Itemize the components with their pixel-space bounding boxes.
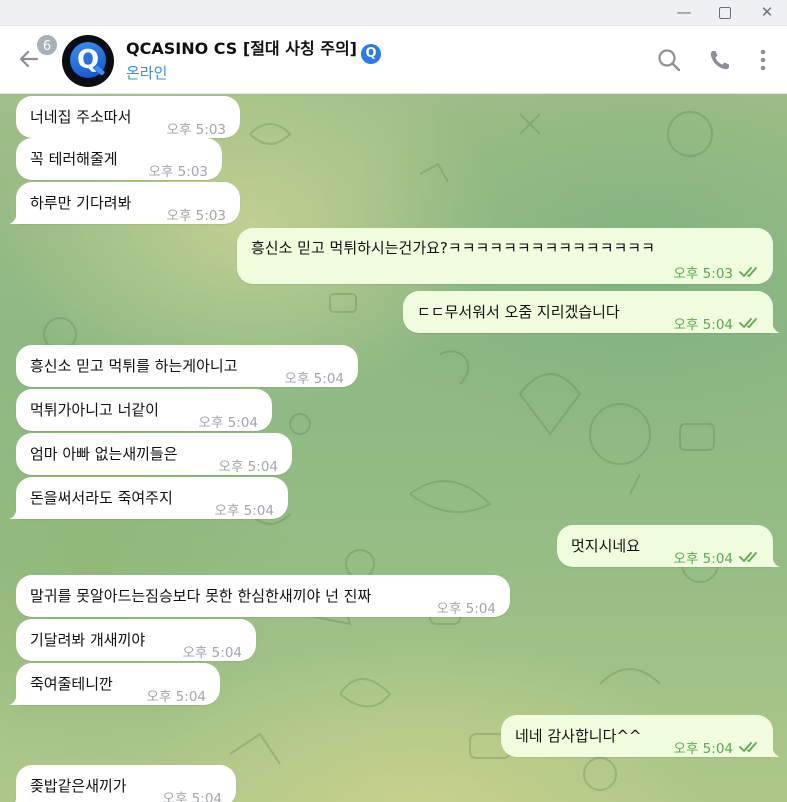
message-text: 흥신소 믿고 먹튀하시는건가요?ㅋㅋㅋㅋㅋㅋㅋㅋㅋㅋㅋㅋㅋㅋㅋ: [251, 239, 655, 257]
minimize-icon: —: [676, 3, 692, 21]
chat-title[interactable]: QCASINO CS [절대 사칭 주의] Q: [126, 35, 381, 64]
search-icon[interactable]: [654, 45, 684, 75]
message-text: 하루만 기다려봐: [30, 194, 132, 212]
message-time: 오후 5:04: [214, 503, 274, 519]
message-time: 오후 5:03: [166, 122, 226, 138]
read-receipt-icon: [739, 318, 757, 328]
message-time: 오후 5:03: [673, 266, 733, 282]
chat-messages-area[interactable]: 너네집 주소따서 오후 5:03 꼭 테러해줄게 오후 5:03 하루만 기다려봐 오후 …: [0, 94, 787, 802]
bubble-tail: [768, 321, 780, 333]
outgoing-message[interactable]: 흥신소 믿고 먹튀하시는건가요?ㅋㅋㅋㅋㅋㅋㅋㅋㅋㅋㅋㅋㅋㅋㅋ 오후 5:03: [237, 228, 773, 284]
message-text: 말귀를 못알아드는짐승보다 못한 한심한새끼야 넌 진짜: [30, 587, 372, 605]
more-vertical-icon[interactable]: [750, 45, 780, 75]
incoming-message[interactable]: 말귀를 못알아드는짐승보다 못한 한심한새끼야 넌 진짜오후 5:04: [16, 575, 510, 617]
incoming-message[interactable]: 기달려봐 개새끼야오후 5:04: [16, 619, 256, 661]
message-time: 오후 5:04: [198, 415, 258, 431]
outgoing-message[interactable]: 멋지시네요오후 5:04: [557, 525, 780, 567]
verified-badge-icon: Q: [360, 44, 381, 64]
incoming-message[interactable]: 죽여줄테니깐오후 5:04: [9, 663, 220, 705]
message-text: 꼭 테러해줄게: [30, 150, 118, 168]
incoming-message[interactable]: 먹튀가아니고 너같이오후 5:04: [16, 389, 272, 431]
bubble-tail: [768, 555, 780, 567]
incoming-message[interactable]: 엄마 아빠 없는새끼들은오후 5:04: [16, 433, 292, 475]
outgoing-message[interactable]: ㄷㄷ무서워서 오줌 지리겠습니다오후 5:04: [403, 291, 780, 333]
incoming-message[interactable]: 하루만 기다려봐오후 5:03: [9, 182, 240, 224]
read-receipt-icon: [739, 267, 757, 277]
bubble-tail: [9, 212, 21, 224]
outgoing-message[interactable]: 네네 감사합니다^^ 오후 5:04: [501, 715, 780, 757]
message-time: 오후 5:04: [218, 459, 278, 475]
message-text: 돈을써서라도 죽여주지: [30, 489, 173, 507]
message-text: ㄷㄷ무서워서 오줌 지리겠습니다: [417, 303, 620, 321]
close-icon: ✕: [760, 3, 774, 21]
close-button[interactable]: ✕: [747, 0, 787, 26]
incoming-message[interactable]: 좆밥같은새끼가오후 5:04: [15, 765, 236, 802]
message-time: 오후 5:04: [182, 645, 242, 661]
phone-icon[interactable]: [705, 45, 735, 75]
avatar-logo: Q: [70, 42, 106, 78]
message-text: 죽여줄테니깐: [30, 675, 113, 693]
bubble-tail: [9, 693, 21, 705]
message-text: 기달려봐 개새끼야: [30, 631, 146, 649]
bubble-tail: [15, 795, 21, 802]
read-receipt-icon: [739, 552, 757, 562]
message-time: 오후 5:04: [284, 371, 344, 387]
message-time: 오후 5:04: [673, 317, 733, 333]
maximize-button[interactable]: [705, 0, 745, 26]
unread-count-badge: 6: [35, 33, 59, 57]
message-text: 엄마 아빠 없는새끼들은: [30, 445, 178, 463]
message-time: 오후 5:04: [436, 601, 496, 617]
message-text: 멋지시네요: [571, 537, 641, 555]
incoming-message[interactable]: 돈을써서라도 죽여주지오후 5:04: [9, 477, 288, 519]
message-time: 오후 5:03: [148, 164, 208, 180]
window-title-bar: — ✕: [0, 0, 787, 26]
message-text: 네네 감사합니다^^: [515, 727, 642, 745]
message-text: 먹튀가아니고 너같이: [30, 401, 159, 419]
message-text: 너네집 주소따서: [30, 108, 132, 126]
maximize-icon: [719, 6, 731, 19]
minimize-button[interactable]: —: [664, 0, 704, 26]
message-time: 오후 5:04: [673, 741, 733, 757]
avatar[interactable]: Q: [62, 35, 114, 87]
bubble-tail: [9, 507, 21, 519]
incoming-message[interactable]: 흥신소 믿고 먹튀를 하는게아니고오후 5:04: [16, 345, 358, 387]
message-time: 오후 5:04: [162, 791, 222, 802]
message-text: 좆밥같은새끼가: [30, 777, 127, 795]
message-time: 오후 5:03: [166, 208, 226, 224]
message-time: 오후 5:04: [146, 689, 206, 705]
bubble-tail: [768, 745, 780, 757]
online-status: 온라인: [126, 64, 168, 82]
incoming-message[interactable]: 꼭 테러해줄게오후 5:03: [16, 138, 222, 180]
read-receipt-icon: [739, 742, 757, 752]
chat-title-text: QCASINO CS [절대 사칭 주의]: [126, 39, 357, 58]
message-time: 오후 5:04: [673, 551, 733, 567]
incoming-message[interactable]: 너네집 주소따서오후 5:03: [16, 96, 240, 138]
message-text: 흥신소 믿고 먹튀를 하는게아니고: [30, 357, 238, 375]
